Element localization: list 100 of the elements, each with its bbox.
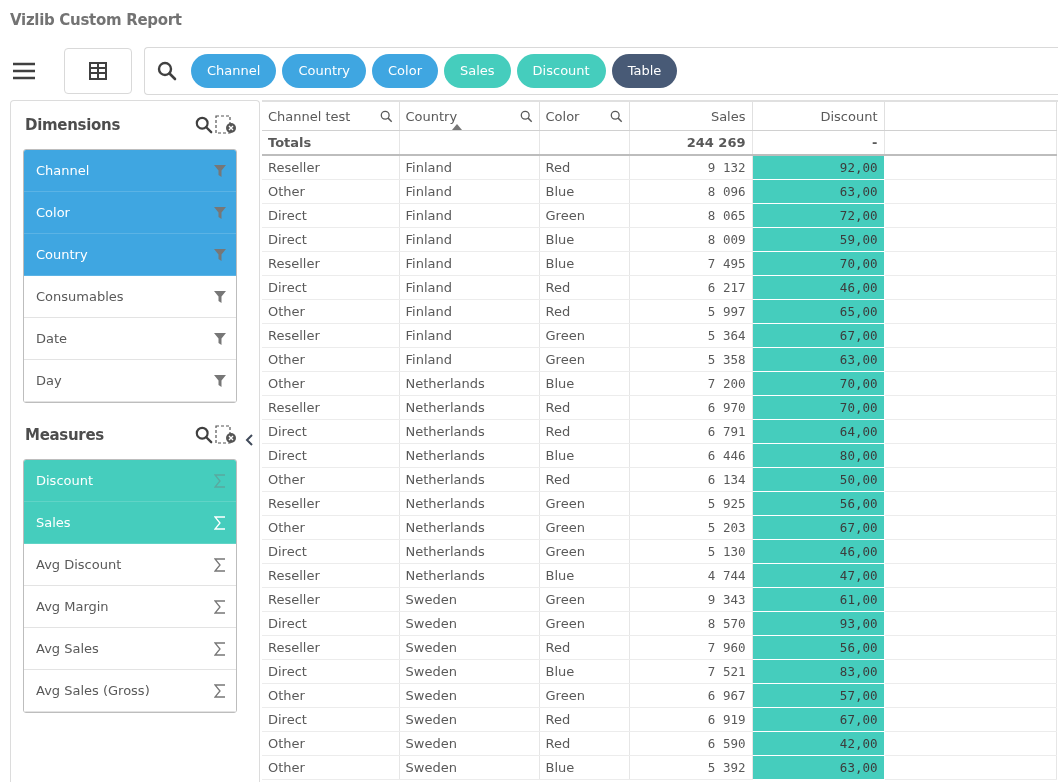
sigma-icon [214, 683, 226, 698]
table-cell: 5 925 [629, 491, 752, 516]
table-cell: Direct [262, 659, 399, 684]
field-label: Consumables [36, 289, 124, 304]
table-cell: Green [539, 587, 629, 612]
table-cell: Netherlands [399, 491, 539, 516]
table-cell: 8 570 [629, 611, 752, 636]
table-cell: Direct [262, 443, 399, 468]
table-cell: Red [539, 419, 629, 444]
table-cell: 61,00 [752, 587, 884, 612]
sigma-icon [214, 515, 226, 530]
search-icon[interactable] [379, 109, 393, 123]
table-cell: Finland [399, 251, 539, 276]
table-cell: 70,00 [752, 395, 884, 420]
table-cell: 6 970 [629, 395, 752, 420]
table-cell: Blue [539, 179, 629, 204]
filter-icon [214, 206, 226, 219]
table-cell: Red [539, 731, 629, 756]
search-icon[interactable] [195, 116, 213, 134]
table-cell: Netherlands [399, 395, 539, 420]
table-cell: Sweden [399, 731, 539, 756]
table-cell: Direct [262, 275, 399, 300]
table-cell: Finland [399, 203, 539, 228]
table-cell: 7 960 [629, 635, 752, 660]
field-label: Color [36, 205, 70, 220]
table-cell: Green [539, 515, 629, 540]
table-cell: 42,00 [752, 731, 884, 756]
search-icon[interactable] [157, 60, 177, 81]
clear-selection-icon[interactable] [215, 115, 237, 135]
table-cell: Finland [399, 155, 539, 180]
table-cell: Sweden [399, 683, 539, 708]
search-icon[interactable] [519, 109, 533, 123]
column-header[interactable]: Country [399, 102, 539, 131]
report-title: Vizlib Custom Report [9, 10, 183, 31]
table-cell: Netherlands [399, 371, 539, 396]
table-cell: Finland [399, 179, 539, 204]
table-cell: 72,00 [752, 203, 884, 228]
table-view-button[interactable] [64, 47, 132, 94]
column-header[interactable]: Channel test [262, 102, 399, 131]
table-cell: Red [539, 155, 629, 180]
sigma-icon [214, 557, 226, 572]
table-cell: 5 130 [629, 539, 752, 564]
table-cell: 63,00 [752, 179, 884, 204]
table-cell: Other [262, 299, 399, 324]
search-icon[interactable] [195, 426, 213, 444]
table-cell: 8 009 [629, 227, 752, 252]
table-cell: Direct [262, 419, 399, 444]
table-cell: Reseller [262, 635, 399, 660]
collapse-icon[interactable] [243, 433, 255, 447]
table-cell: 6 919 [629, 707, 752, 732]
table-cell: Blue [539, 251, 629, 276]
table-cell: Sweden [399, 707, 539, 732]
clear-selection-icon[interactable] [215, 425, 237, 445]
table-cell: 5 364 [629, 323, 752, 348]
table-cell: 6 791 [629, 419, 752, 444]
table-cell: 47,00 [752, 563, 884, 588]
table-cell: 9 343 [629, 587, 752, 612]
table-cell: Finland [399, 347, 539, 372]
table-cell: 9 132 [629, 155, 752, 180]
filter-icon [214, 164, 226, 177]
totals-cell: Totals [262, 130, 399, 155]
field-label: Channel [36, 163, 90, 178]
table-cell: Netherlands [399, 563, 539, 588]
filter-icon [214, 290, 226, 303]
table-cell: 92,00 [752, 155, 884, 180]
table-cell: Other [262, 731, 399, 756]
column-header[interactable]: Sales [629, 102, 752, 131]
table-cell: 6 217 [629, 275, 752, 300]
table-cell: Green [539, 611, 629, 636]
table-cell: 46,00 [752, 275, 884, 300]
table-cell: Direct [262, 203, 399, 228]
table-cell: Direct [262, 539, 399, 564]
table-cell: Blue [539, 371, 629, 396]
field-label: Avg Sales (Gross) [36, 683, 150, 698]
field-chip[interactable]: Table [611, 53, 678, 88]
table-cell: 7 521 [629, 659, 752, 684]
search-icon[interactable] [609, 109, 623, 123]
column-header[interactable]: Color [539, 102, 629, 131]
field-label: Sales [36, 515, 71, 530]
table-cell: 6 590 [629, 731, 752, 756]
table-cell: 7 495 [629, 251, 752, 276]
table-cell: Finland [399, 299, 539, 324]
table-cell: Sweden [399, 755, 539, 780]
table-cell: 56,00 [752, 635, 884, 660]
table-cell: Sweden [399, 587, 539, 612]
table-cell: Blue [539, 443, 629, 468]
section-title: Measures [25, 426, 104, 444]
table-cell: 64,00 [752, 419, 884, 444]
filter-icon [214, 374, 226, 387]
table-cell: 63,00 [752, 755, 884, 780]
table-cell: Red [539, 395, 629, 420]
table-cell: Green [539, 203, 629, 228]
column-header[interactable]: Discount [752, 102, 884, 131]
totals-cell: 244 269 [629, 130, 752, 155]
sigma-icon [214, 599, 226, 614]
table-cell: Netherlands [399, 467, 539, 492]
table-cell: 5 392 [629, 755, 752, 780]
table-cell: Reseller [262, 563, 399, 588]
table-cell: Green [539, 683, 629, 708]
table-cell: 56,00 [752, 491, 884, 516]
